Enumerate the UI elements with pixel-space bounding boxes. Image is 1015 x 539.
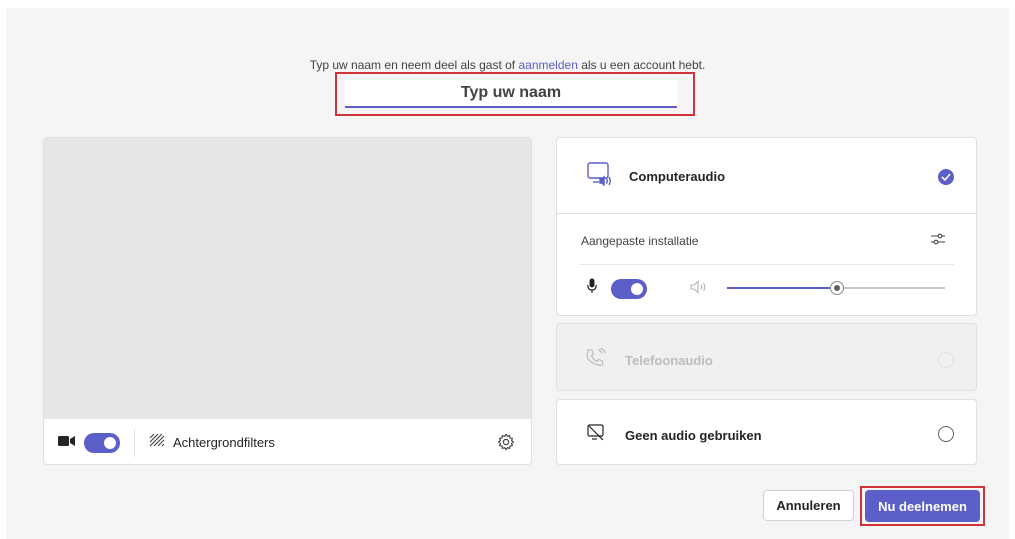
selected-check-icon (938, 168, 954, 185)
video-controls: Achtergrondfilters (44, 419, 531, 464)
phone-icon (585, 347, 607, 373)
controls-divider (134, 428, 135, 457)
speaker-volume-thumb[interactable] (830, 281, 844, 295)
cancel-button[interactable]: Annuleren (763, 490, 854, 521)
video-preview-card: Achtergrondfilters (43, 137, 532, 465)
sign-in-link[interactable]: aanmelden (518, 58, 577, 72)
join-button-highlight: Nu deelnemen (860, 486, 985, 526)
microphone-icon (587, 278, 597, 299)
intro-text-after: als u een account hebt. (577, 58, 706, 72)
custom-setup-label: Aangepaste installatie (581, 234, 699, 248)
computer-audio-label: Computeraudio (629, 169, 726, 184)
no-audio-icon (587, 424, 605, 447)
camera-toggle[interactable] (84, 432, 120, 453)
speaker-volume-slider[interactable] (727, 281, 945, 295)
no-audio-label: Geen audio gebruiken (625, 428, 762, 443)
name-input-highlight (335, 72, 695, 116)
name-input[interactable] (345, 80, 677, 108)
no-audio-option[interactable]: Geen audio gebruiken (556, 399, 977, 465)
computer-audio-option[interactable]: Computeraudio Aangepaste installatie (556, 137, 977, 316)
phone-audio-row: Telefoonaudio (557, 347, 976, 373)
video-preview (44, 138, 531, 419)
camera-icon (58, 434, 76, 452)
no-audio-row: Geen audio gebruiken (557, 424, 976, 447)
sub-divider (579, 264, 954, 265)
microphone-toggle[interactable] (611, 278, 647, 299)
join-now-button[interactable]: Nu deelnemen (865, 490, 980, 522)
speaker-icon (690, 280, 708, 299)
microphone-controls (587, 278, 647, 299)
background-filters-icon (149, 433, 165, 452)
device-settings-gear-icon[interactable] (497, 433, 515, 456)
intro-text-before: Typ uw naam en neem deel als gast of (309, 58, 519, 72)
speaker-volume-fill (727, 287, 837, 289)
phone-audio-radio (938, 352, 954, 368)
join-instructions: Typ uw naam en neem deel als gast of aan… (6, 58, 1009, 72)
phone-audio-option: Telefoonaudio (556, 323, 977, 391)
phone-audio-label: Telefoonaudio (625, 353, 713, 368)
background-filters-button[interactable]: Achtergrondfilters (173, 435, 275, 450)
no-audio-radio[interactable] (938, 426, 954, 442)
computer-audio-row: Computeraudio (557, 162, 976, 191)
computer-audio-icon (587, 162, 613, 191)
section-divider (557, 213, 976, 214)
audio-settings-sliders-icon[interactable] (930, 232, 946, 251)
